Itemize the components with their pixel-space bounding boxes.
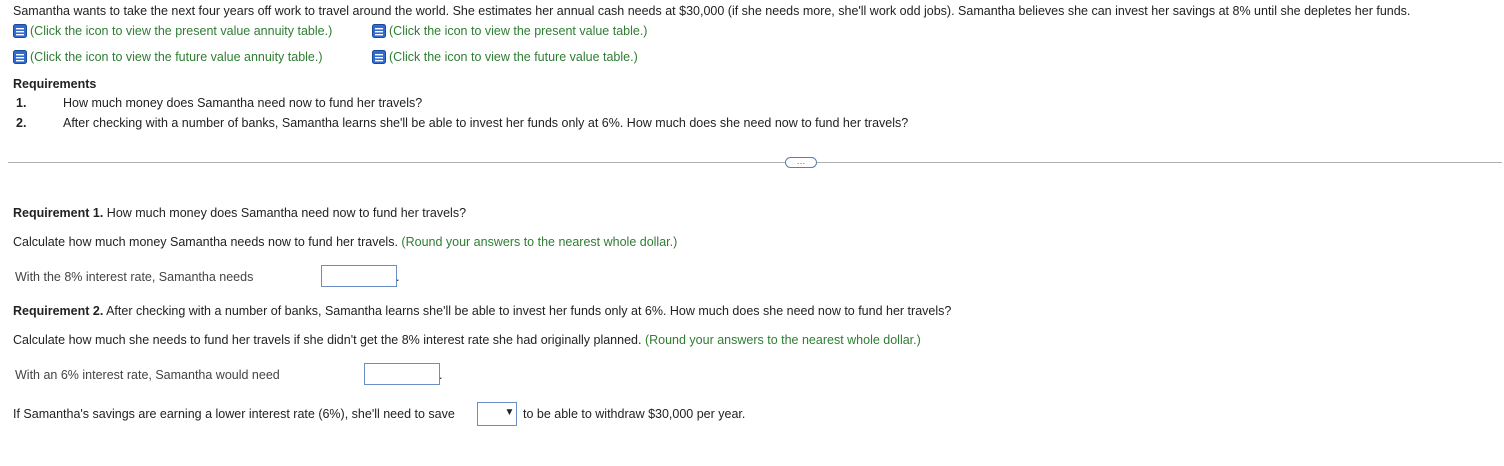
- pv-link-text: (Click the icon to view the present valu…: [389, 24, 648, 38]
- req2-label: Requirement 2.: [13, 304, 104, 318]
- comparison-suffix: to be able to withdraw $30,000 per year.: [523, 407, 746, 421]
- expand-ellipsis-button[interactable]: …: [785, 157, 817, 168]
- req1-instruction: Calculate how much money Samantha needs …: [13, 235, 398, 249]
- req2-answer-suffix: .: [439, 368, 443, 382]
- req2-instruction-line: Calculate how much she needs to fund her…: [13, 333, 921, 347]
- req2-instruction: Calculate how much she needs to fund her…: [13, 333, 642, 347]
- req1-heading: Requirement 1. How much money does Saman…: [13, 206, 466, 220]
- requirement-text: How much money does Samantha need now to…: [63, 96, 423, 110]
- req2-answer-input[interactable]: [364, 363, 440, 385]
- comparison-prefix: If Samantha's savings are earning a lowe…: [13, 407, 455, 421]
- req1-label: Requirement 1.: [13, 206, 104, 220]
- fv-link-text: (Click the icon to view the future value…: [389, 50, 638, 64]
- req1-answer-input[interactable]: [321, 265, 397, 287]
- req1-answer-suffix: .: [396, 270, 400, 284]
- section-divider: [8, 162, 1502, 163]
- fv-annuity-table-link[interactable]: (Click the icon to view the future value…: [13, 50, 323, 64]
- problem-statement: Samantha wants to take the next four yea…: [13, 4, 1411, 18]
- req2-question: After checking with a number of banks, S…: [103, 304, 952, 318]
- table-icon: [13, 24, 27, 38]
- dropdown-arrow-icon: ▼: [504, 407, 515, 418]
- table-icon: [372, 50, 386, 64]
- requirements-heading: Requirements: [13, 77, 97, 91]
- pv-annuity-link-text: (Click the icon to view the present valu…: [30, 24, 333, 38]
- req1-answer-label: With the 8% interest rate, Samantha need…: [15, 270, 254, 284]
- req2-round-note: (Round your answers to the nearest whole…: [644, 333, 921, 347]
- pv-annuity-table-link[interactable]: (Click the icon to view the present valu…: [13, 24, 332, 38]
- requirement-number: 2.: [16, 116, 27, 130]
- req2-answer-label: With an 6% interest rate, Samantha would…: [15, 368, 280, 382]
- requirement-number: 1.: [16, 96, 27, 110]
- req1-round-note: (Round your answers to the nearest whole…: [401, 235, 678, 249]
- pv-table-link[interactable]: (Click the icon to view the present valu…: [372, 24, 647, 38]
- table-icon: [13, 50, 27, 64]
- table-icon: [372, 24, 386, 38]
- fv-table-link[interactable]: (Click the icon to view the future value…: [372, 50, 638, 64]
- comparison-dropdown[interactable]: ▼: [477, 402, 517, 426]
- req1-question: How much money does Samantha need now to…: [103, 206, 467, 220]
- fv-annuity-link-text: (Click the icon to view the future value…: [30, 50, 323, 64]
- req1-instruction-line: Calculate how much money Samantha needs …: [13, 235, 677, 249]
- requirement-text: After checking with a number of banks, S…: [63, 116, 909, 130]
- req2-heading: Requirement 2. After checking with a num…: [13, 304, 951, 318]
